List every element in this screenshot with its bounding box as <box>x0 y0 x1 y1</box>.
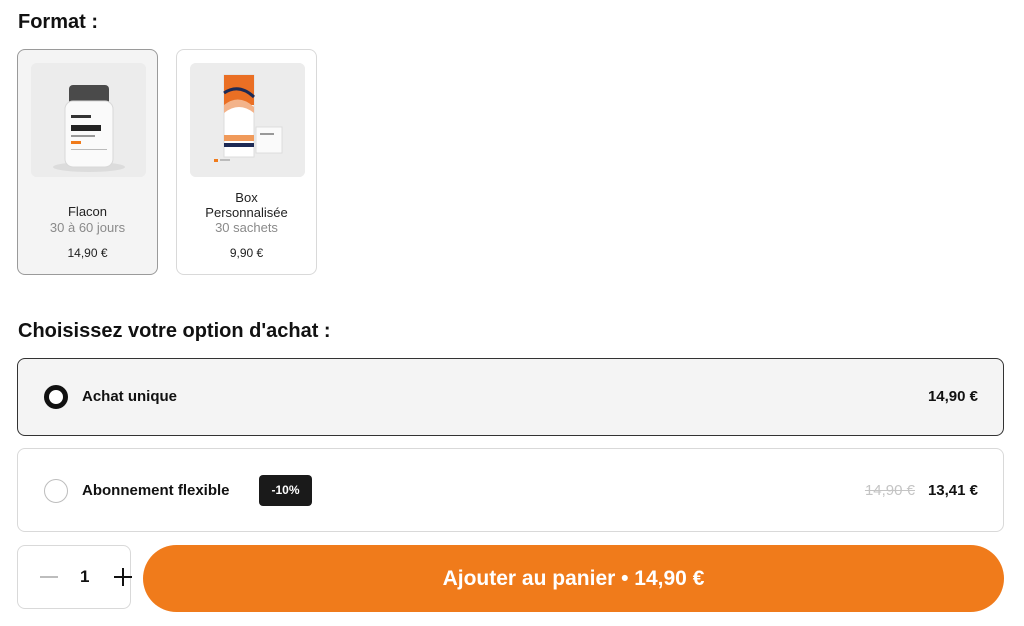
card-flacon-subtitle: 30 à 60 jours <box>49 220 126 235</box>
card-box-subtitle: 30 sachets <box>215 220 278 235</box>
card-box-price: 9,90 € <box>229 246 264 260</box>
option-subscription-old-price: 14,90 € <box>864 482 915 499</box>
card-box-name-line1: Box <box>235 190 258 205</box>
option-subscription-label: Abonnement flexible <box>82 482 230 499</box>
option-one-time-price: 14,90 € <box>927 388 978 405</box>
quantity-value[interactable]: 1 <box>80 567 89 587</box>
plus-icon[interactable] <box>114 566 136 588</box>
option-one-time-purchase[interactable]: Achat unique 14,90 € <box>17 358 1004 436</box>
format-title: Format : <box>18 11 98 33</box>
quantity-stepper: 1 <box>17 545 132 609</box>
minus-icon[interactable] <box>40 576 58 578</box>
radio-flexible-subscription[interactable] <box>44 479 68 503</box>
card-box-name-line2: Personnalisée <box>205 205 288 220</box>
option-one-time-label: Achat unique <box>82 388 178 405</box>
add-to-cart-button[interactable]: Ajouter au panier • 14,90 € <box>143 545 1004 612</box>
format-card-box[interactable]: Box Personnalisée 30 sachets 9,90 € <box>176 49 317 275</box>
product-box-image <box>190 63 305 177</box>
product-bottle-image <box>31 63 146 177</box>
card-flacon-name: Flacon <box>67 204 108 219</box>
option-subscription-price: 13,41 € <box>927 482 978 499</box>
radio-one-time-purchase[interactable] <box>44 385 68 409</box>
option-flexible-subscription[interactable]: Abonnement flexible -10% 14,90 € 13,41 € <box>17 448 1004 532</box>
purchase-option-title: Choisissez votre option d'achat : <box>18 320 331 342</box>
discount-badge: -10% <box>259 475 312 506</box>
format-card-flacon[interactable]: Flacon 30 à 60 jours 14,90 € <box>17 49 158 275</box>
card-flacon-price: 14,90 € <box>67 246 108 260</box>
